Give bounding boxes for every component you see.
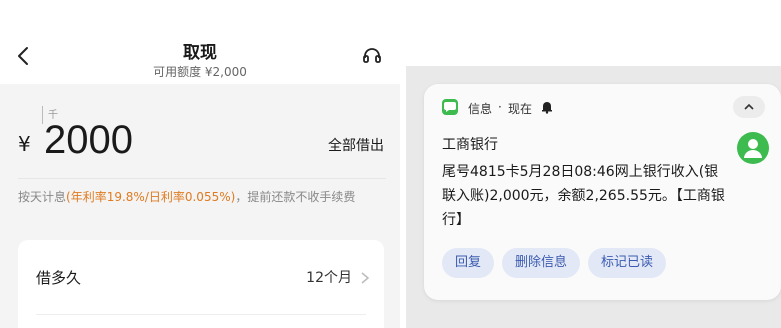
borrow-all-button[interactable]: 全部借出: [328, 135, 384, 155]
reply-button[interactable]: 回复: [442, 248, 495, 278]
available-credit: 可用额度 ¥2,000: [153, 65, 247, 79]
sender-name: 工商银行: [442, 137, 498, 153]
interest-prefix: 按天计息: [18, 190, 67, 204]
sms-notification-card[interactable]: 信息 · 现在 工商银行 尾号4815卡5月28日08:46网上银行收入(银联入…: [424, 84, 781, 300]
timestamp: 现在: [508, 102, 533, 116]
separator: ·: [498, 100, 502, 114]
message-app-icon: [442, 99, 458, 115]
notification-actions: 回复 删除信息 标记已读: [442, 248, 674, 278]
term-card: 借多久 12个月: [18, 240, 384, 328]
currency-symbol: ¥: [18, 132, 31, 156]
interest-suffix: ，提前还款不收手续费: [235, 190, 356, 204]
divider: [36, 314, 366, 315]
message-body: 尾号4815卡5月28日08:46网上银行收入(银联入账)2,000元，余额2,…: [442, 164, 725, 228]
divider: [18, 178, 386, 179]
notification-screen: 信息 · 现在 工商银行 尾号4815卡5月28日08:46网上银行收入(银联入…: [406, 0, 781, 328]
mark-read-button[interactable]: 标记已读: [588, 248, 667, 278]
app-name: 信息: [468, 102, 493, 116]
interest-rate: (年利率19.8%/日利率0.055%): [66, 190, 236, 204]
chevron-up-icon[interactable]: [733, 96, 765, 118]
term-label: 借多久: [36, 269, 82, 287]
contact-avatar-icon: [737, 132, 769, 164]
delete-message-button[interactable]: 删除信息: [502, 248, 581, 278]
page-title: 取现: [183, 43, 217, 63]
header: 取现 可用额度 ¥2,000: [0, 0, 400, 84]
term-value[interactable]: 12个月: [306, 267, 352, 287]
amount-section: 千 ¥ 2000 全部借出 按天计息(年利率19.8%/日利率0.055%)，提…: [0, 84, 400, 226]
interest-info: 按天计息(年利率19.8%/日利率0.055%)，提前还款不收手续费: [18, 188, 355, 205]
input-cursor: [42, 106, 43, 124]
loan-withdraw-screen: 取现 可用额度 ¥2,000 千 ¥ 2000 全部借出 按天计息(年利率19.…: [0, 0, 400, 328]
chevron-right-icon[interactable]: [360, 270, 370, 284]
bell-icon: [540, 99, 554, 114]
amount-input[interactable]: 2000: [44, 118, 133, 163]
headset-icon[interactable]: [362, 46, 382, 66]
loan-form: 千 ¥ 2000 全部借出 按天计息(年利率19.8%/日利率0.055%)，提…: [0, 84, 400, 328]
